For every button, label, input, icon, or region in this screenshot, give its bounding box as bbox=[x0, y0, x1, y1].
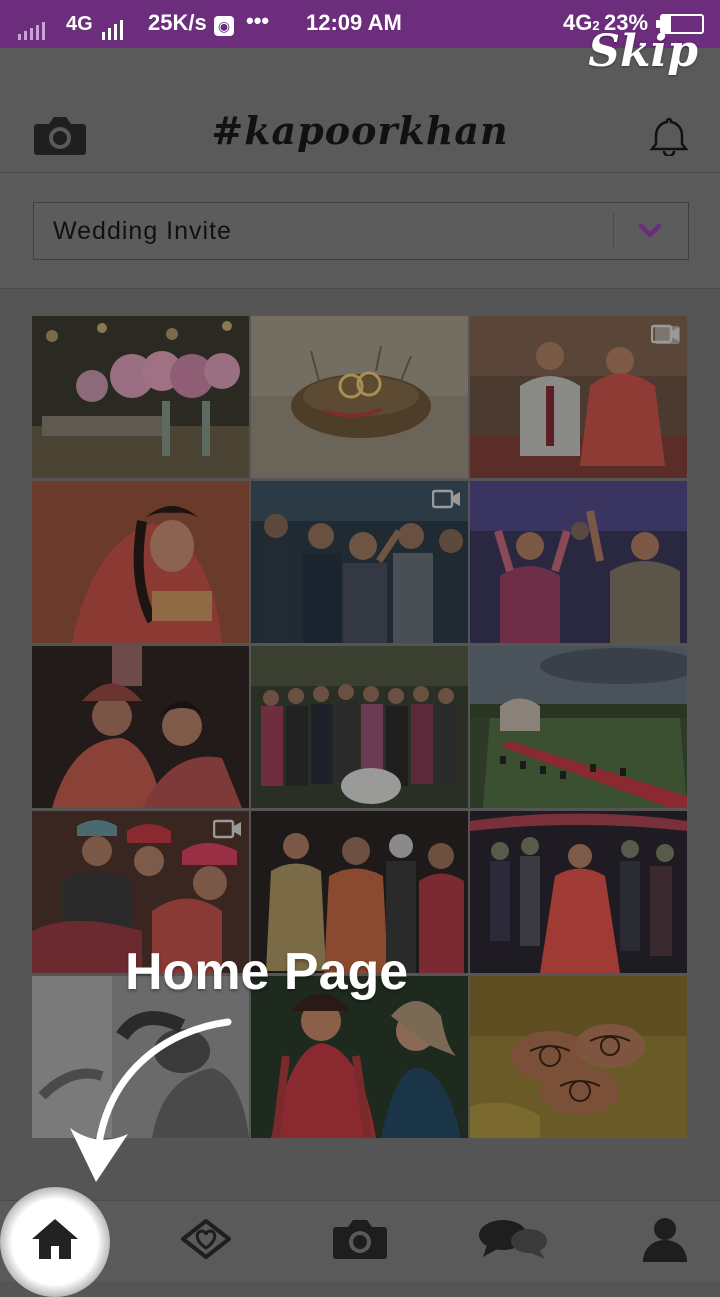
network-speed: 25K/s bbox=[148, 10, 207, 35]
tutorial-tip: Home Page bbox=[125, 943, 409, 1001]
video-icon bbox=[650, 324, 681, 349]
photo-rings-nest bbox=[251, 316, 468, 478]
curved-arrow-icon bbox=[58, 1010, 238, 1200]
photo-tile[interactable] bbox=[470, 481, 687, 643]
photo-tile[interactable] bbox=[470, 976, 687, 1138]
photo-tile[interactable] bbox=[470, 811, 687, 973]
photo-outdoor-venue bbox=[470, 646, 687, 808]
nav-chat[interactable] bbox=[458, 1201, 568, 1281]
skip-button[interactable]: Skip bbox=[588, 26, 698, 77]
video-icon bbox=[431, 489, 462, 514]
photo-bride-kiss bbox=[32, 646, 249, 808]
photo-tile[interactable] bbox=[470, 316, 687, 478]
chevron-down-icon[interactable] bbox=[638, 219, 662, 248]
divider bbox=[613, 213, 614, 249]
photo-floral-table bbox=[32, 316, 249, 478]
photo-mehendi-hands bbox=[470, 976, 687, 1138]
photo-bride-portrait bbox=[32, 481, 249, 643]
video-icon bbox=[212, 819, 243, 844]
photo-tile[interactable] bbox=[251, 481, 468, 643]
photo-tile[interactable] bbox=[251, 316, 468, 478]
globe-icon: ◉ bbox=[210, 12, 234, 38]
network-type: 4G bbox=[66, 13, 93, 35]
photo-tile[interactable] bbox=[32, 646, 249, 808]
photo-tile[interactable] bbox=[251, 646, 468, 808]
home-icon bbox=[30, 1217, 80, 1266]
photo-tile[interactable] bbox=[32, 481, 249, 643]
clock: 12:09 AM bbox=[306, 10, 402, 35]
album-filter-bar: Wedding Invite bbox=[0, 173, 720, 289]
photo-bride-entry bbox=[470, 811, 687, 973]
photo-tile[interactable] bbox=[470, 646, 687, 808]
bell-icon[interactable] bbox=[648, 116, 690, 161]
album-select-value: Wedding Invite bbox=[53, 217, 232, 245]
photo-dance-celebration bbox=[470, 481, 687, 643]
nav-couple[interactable] bbox=[151, 1201, 261, 1281]
album-select[interactable]: Wedding Invite bbox=[33, 202, 689, 260]
photo-tile[interactable] bbox=[32, 316, 249, 478]
bottom-navigation bbox=[0, 1187, 720, 1297]
user-icon bbox=[641, 1216, 689, 1267]
signal-strength-icon bbox=[102, 14, 126, 40]
nav-home[interactable] bbox=[0, 1187, 110, 1297]
camera-icon bbox=[331, 1217, 389, 1266]
page-title: #kapoorkhan bbox=[211, 108, 509, 153]
signal-strength-icon bbox=[18, 14, 48, 40]
nav-camera[interactable] bbox=[305, 1201, 415, 1281]
nav-profile[interactable] bbox=[610, 1201, 720, 1281]
hearts-diamond-icon bbox=[180, 1218, 232, 1265]
more-notifications: ••• bbox=[246, 8, 270, 33]
chat-bubbles-icon bbox=[477, 1217, 549, 1266]
photo-group bbox=[251, 646, 468, 808]
